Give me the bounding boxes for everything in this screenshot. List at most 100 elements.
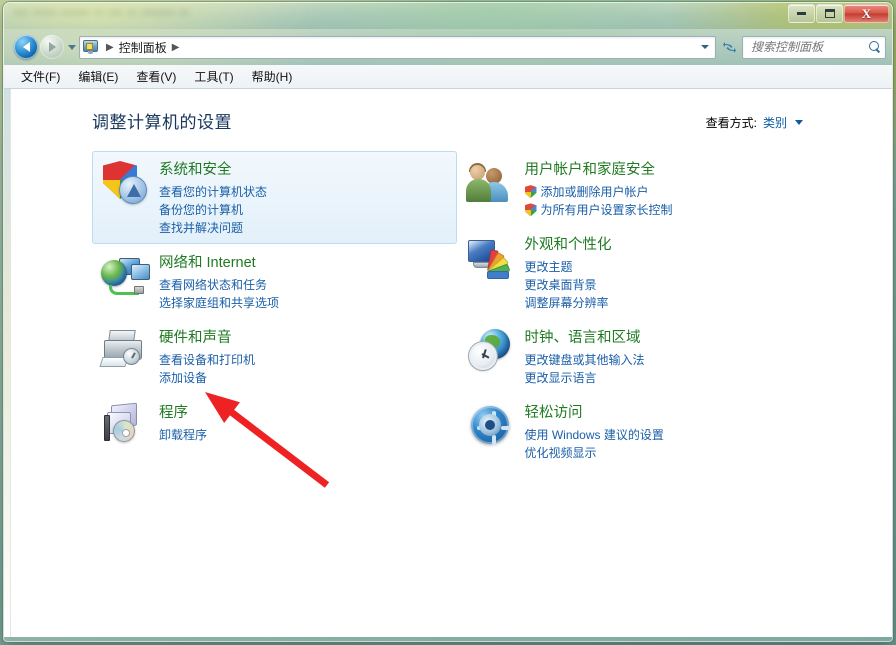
link-label: 更改键盘或其他输入法 <box>524 352 645 367</box>
category-link[interactable]: 更改键盘或其他输入法 <box>525 351 645 369</box>
category-ease-of-access[interactable]: 轻松访问 使用 Windows 建议的设置 优化视频显示 <box>458 394 823 469</box>
link-label: 查找并解决问题 <box>159 221 244 236</box>
menu-help[interactable]: 帮助(H) <box>243 65 302 88</box>
category-link[interactable]: 选择家庭组和共享选项 <box>159 294 279 312</box>
control-panel-icon <box>83 39 99 55</box>
left-rail-divider <box>4 89 11 637</box>
menu-tools[interactable]: 工具(T) <box>185 65 242 88</box>
uac-shield-icon <box>524 185 537 199</box>
category-appearance-and-personalization[interactable]: 外观和个性化 更改主题 更改桌面背景 调整屏幕分辨率 <box>458 226 823 319</box>
category-link[interactable]: 优化视频显示 <box>525 444 664 462</box>
breadcrumb-separator-0: ▶ <box>106 41 114 53</box>
navigation-bar: ▶ 控制面板 ▶ <box>4 29 892 65</box>
category-link[interactable]: 更改桌面背景 <box>525 276 612 294</box>
category-link[interactable]: 更改主题 <box>525 258 612 276</box>
maximize-button[interactable] <box>816 4 843 23</box>
close-button[interactable]: X <box>844 4 889 23</box>
programs-box-icon <box>101 402 153 453</box>
category-link[interactable]: 查看网络状态和任务 <box>159 276 279 294</box>
recent-locations-icon[interactable] <box>68 44 76 50</box>
refresh-icon <box>722 41 736 53</box>
control-panel-window: ▪▪▪ ▪▪▪▪▪ ▪▪▪▪▪▪ ▪▪ ▪▪▪ ▪▪ ▪▪▪▪▪▪▪ ▪▪ X <box>3 2 893 642</box>
address-bar[interactable]: ▶ 控制面板 ▶ <box>79 35 716 59</box>
appearance-icon <box>467 235 519 285</box>
view-by-value[interactable]: 类别 <box>763 114 787 131</box>
category-link[interactable]: 添加或删除用户帐户 <box>524 183 673 201</box>
view-by-label: 查看方式: <box>705 116 757 130</box>
category-link[interactable]: 更改显示语言 <box>525 369 645 387</box>
category-programs[interactable]: 程序 卸载程序 <box>92 394 457 460</box>
category-link[interactable]: 备份您的计算机 <box>159 201 267 219</box>
menu-file[interactable]: 文件(F) <box>12 65 69 88</box>
network-globe-icon <box>101 253 153 303</box>
menu-view[interactable]: 查看(V) <box>127 65 185 88</box>
link-label: 更改显示语言 <box>524 371 597 386</box>
category-network-and-internet[interactable]: 网络和 Internet 查看网络状态和任务 选择家庭组和共享选项 <box>92 244 457 319</box>
refresh-button[interactable] <box>718 36 740 58</box>
category-hardware-and-sound[interactable]: 硬件和声音 查看设备和打印机 添加设备 <box>92 319 457 394</box>
link-label: 更改主题 <box>524 259 573 274</box>
users-icon <box>465 160 519 210</box>
view-by-selector[interactable]: 查看方式: 类别 <box>706 114 803 131</box>
window-controls: X <box>788 4 889 23</box>
link-label: 查看您的计算机状态 <box>159 184 268 199</box>
link-label: 查看设备和打印机 <box>159 352 256 367</box>
link-label: 更改桌面背景 <box>524 277 597 292</box>
link-label: 选择家庭组和共享选项 <box>159 296 280 311</box>
link-label: 使用 Windows 建议的设置 <box>524 427 664 442</box>
category-grid: 系统和安全 查看您的计算机状态 备份您的计算机 查找并解决问题 网络和 Inte… <box>92 151 822 469</box>
category-title[interactable]: 硬件和声音 <box>159 329 255 349</box>
menu-bar: 文件(F) 编辑(E) 查看(V) 工具(T) 帮助(H) <box>4 65 892 89</box>
breadcrumb-control-panel[interactable]: 控制面板 <box>119 39 167 56</box>
category-link[interactable]: 添加设备 <box>159 369 255 387</box>
category-link[interactable]: 调整屏幕分辨率 <box>525 294 612 312</box>
chevron-down-icon[interactable] <box>795 120 803 125</box>
category-user-accounts-and-family-safety[interactable]: 用户帐户和家庭安全 添加或删除用户帐户 为所有用户设置家长控制 <box>458 151 823 226</box>
category-link[interactable]: 查看您的计算机状态 <box>159 183 267 201</box>
back-button[interactable] <box>14 35 38 59</box>
category-column-right: 用户帐户和家庭安全 添加或删除用户帐户 为所有用户设置家长控制 外观和个性化 更… <box>458 151 823 469</box>
link-label: 添加或删除用户帐户 <box>540 184 649 199</box>
link-label: 优化视频显示 <box>524 446 597 461</box>
forward-button[interactable] <box>40 35 64 59</box>
category-link[interactable]: 查看设备和打印机 <box>159 351 255 369</box>
menu-edit[interactable]: 编辑(E) <box>69 65 127 88</box>
category-title[interactable]: 系统和安全 <box>159 161 267 181</box>
category-title[interactable]: 程序 <box>159 404 207 424</box>
category-column-left: 系统和安全 查看您的计算机状态 备份您的计算机 查找并解决问题 网络和 Inte… <box>92 151 457 469</box>
category-link[interactable]: 卸载程序 <box>159 426 207 444</box>
link-label: 调整屏幕分辨率 <box>524 296 609 311</box>
chevron-down-icon[interactable] <box>701 45 709 49</box>
search-box[interactable] <box>742 35 886 59</box>
category-title[interactable]: 轻松访问 <box>525 404 664 424</box>
category-title[interactable]: 用户帐户和家庭安全 <box>525 161 673 181</box>
back-arrow-icon <box>22 42 30 52</box>
content-area: 调整计算机的设置 查看方式: 类别 系统和安全 查看您的计算机状态 备份您的计算… <box>4 89 892 637</box>
forward-arrow-icon <box>48 42 56 52</box>
titlebar-blurred-desktop: ▪▪▪ ▪▪▪▪▪ ▪▪▪▪▪▪ ▪▪ ▪▪▪ ▪▪ ▪▪▪▪▪▪▪ ▪▪ <box>14 7 190 19</box>
category-link[interactable]: 查找并解决问题 <box>159 219 267 237</box>
close-icon: X <box>861 6 872 21</box>
category-system-and-security[interactable]: 系统和安全 查看您的计算机状态 备份您的计算机 查找并解决问题 <box>92 151 457 245</box>
link-label: 卸载程序 <box>159 427 208 442</box>
category-title[interactable]: 网络和 Internet <box>159 254 279 274</box>
breadcrumb-separator-1[interactable]: ▶ <box>172 42 180 53</box>
minimize-button[interactable] <box>788 4 815 23</box>
minimize-icon <box>797 12 806 15</box>
security-shield-icon <box>101 160 153 210</box>
link-label: 备份您的计算机 <box>159 202 244 217</box>
link-label: 查看网络状态和任务 <box>159 277 268 292</box>
window-titlebar[interactable]: ▪▪▪ ▪▪▪▪▪ ▪▪▪▪▪▪ ▪▪ ▪▪▪ ▪▪ ▪▪▪▪▪▪▪ ▪▪ X <box>4 3 892 29</box>
printer-icon <box>99 328 153 378</box>
search-input[interactable] <box>749 39 867 55</box>
category-title[interactable]: 时钟、语言和区域 <box>525 329 645 349</box>
category-title[interactable]: 外观和个性化 <box>525 236 612 256</box>
clock-globe-icon <box>467 328 519 378</box>
ease-of-access-icon <box>467 403 519 453</box>
maximize-icon <box>824 9 835 18</box>
page-title: 调整计算机的设置 <box>92 113 232 132</box>
category-clock-language-and-region[interactable]: 时钟、语言和区域 更改键盘或其他输入法 更改显示语言 <box>458 319 823 394</box>
category-link[interactable]: 使用 Windows 建议的设置 <box>525 426 664 444</box>
link-label: 添加设备 <box>159 371 208 386</box>
category-link[interactable]: 为所有用户设置家长控制 <box>524 201 673 219</box>
